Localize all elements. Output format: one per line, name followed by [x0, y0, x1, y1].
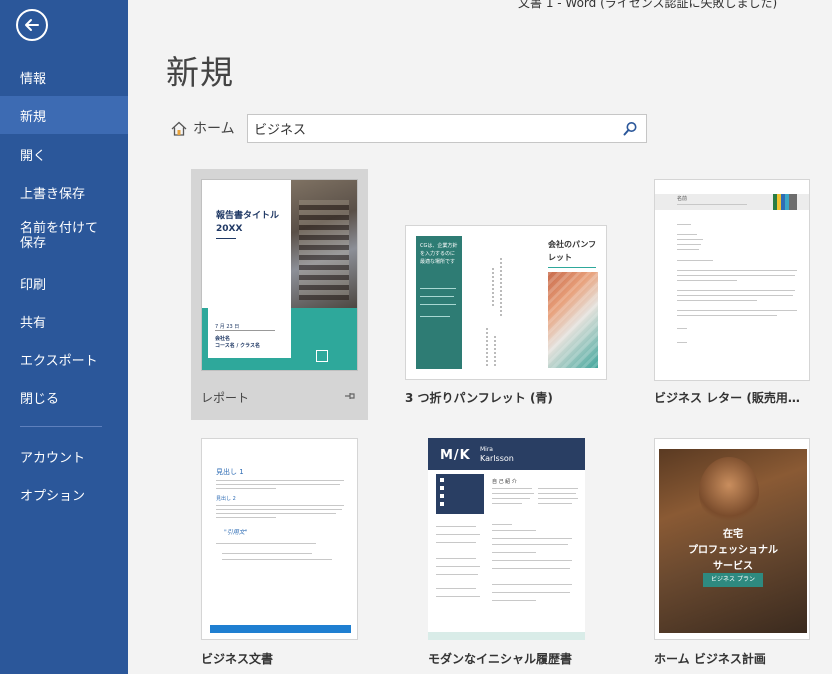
resume-header: M/K Mira Karlsson [428, 438, 585, 470]
nav-account[interactable]: アカウント [0, 437, 128, 475]
logo-placeholder-icon [316, 350, 328, 362]
nav-info[interactable]: 情報 [0, 58, 128, 96]
template-thumbnail: 報告書タイトル 20XX 7 月 23 日 会社名 コース名 / クラス名 [201, 179, 358, 371]
brochure-lead: CGは、企業方針を入力するのに最適な場所です [420, 243, 458, 265]
template-caption: ビジネス レター (販売用… [654, 391, 800, 405]
template-caption: レポート [201, 391, 250, 405]
resume-initials: M/K [440, 448, 471, 463]
nav-new[interactable]: 新規 [0, 96, 128, 134]
template-tile-report[interactable]: 報告書タイトル 20XX 7 月 23 日 会社名 コース名 / クラス名 レポ… [191, 169, 368, 420]
nav-options[interactable]: オプション [0, 475, 128, 513]
template-tile-business-plan[interactable]: 在宅 プロフェッショナル サービス ビジネス プラン ホーム ビジネス計画 [644, 430, 820, 674]
template-caption: ビジネス文書 [201, 652, 274, 666]
nav-save-as[interactable]: 名前を付けて保存 [0, 214, 100, 258]
template-caption: ホーム ビジネス計画 [654, 652, 766, 666]
back-arrow-icon [25, 19, 39, 31]
letter-name: 名前 [677, 196, 688, 202]
doc-footer-bar [210, 625, 351, 633]
home-label: ホーム [193, 121, 235, 137]
plan-line-3: サービス [713, 561, 753, 572]
template-thumbnail: 名前 [654, 179, 810, 381]
page-title: 新規 [166, 53, 234, 92]
nav-share[interactable]: 共有 [0, 302, 128, 340]
report-year: 20XX [216, 224, 243, 234]
pin-icon[interactable] [344, 391, 356, 401]
nav-divider [20, 426, 102, 427]
template-tile-business-document[interactable]: 見出し 1 見出し 2 "引用文" ビジネス文書 [191, 430, 368, 674]
home-link[interactable]: ホーム [171, 118, 235, 138]
resume-section-title: 自 己 紹 介 [492, 479, 517, 485]
template-caption: モダンなイニシャル履歴書 [428, 652, 573, 666]
template-thumbnail: M/K Mira Karlsson 自 己 紹 介 [428, 438, 585, 640]
plan-badge: ビジネス プラン [703, 573, 763, 587]
building-photo [291, 180, 357, 308]
doc-heading-1: 見出し 1 [216, 468, 244, 476]
brochure-teal-panel: CGは、企業方針を入力するのに最適な場所です [416, 236, 462, 369]
template-search-box [247, 114, 647, 143]
brochure-photo [548, 272, 598, 368]
doc-quote: "引用文" [224, 529, 248, 536]
nav-open[interactable]: 開く [0, 135, 128, 173]
template-thumbnail: 在宅 プロフェッショナル サービス ビジネス プラン [654, 438, 810, 640]
plan-line-1: 在宅 [723, 529, 743, 540]
template-tile-resume[interactable]: M/K Mira Karlsson 自 己 紹 介 モダンなイニシャル履歴書 [418, 430, 595, 674]
report-date: 7 月 23 日 [215, 324, 240, 330]
back-button[interactable] [16, 9, 48, 41]
template-search-input[interactable] [248, 114, 616, 143]
nav-save[interactable]: 上書き保存 [0, 173, 128, 211]
template-thumbnail: 見出し 1 見出し 2 "引用文" [201, 438, 358, 640]
report-company: 会社名 [215, 336, 231, 342]
report-title: 報告書タイトル [216, 211, 280, 221]
template-tile-brochure[interactable]: CGは、企業方針を入力するのに最適な場所です 会社のパンフレット 3 つ折りパン… [395, 169, 617, 420]
window-title: 文書 1 - Word (ライセンス認証に失敗しました) [518, 0, 778, 10]
plan-line-2: プロフェッショナル [688, 545, 778, 556]
nav-close[interactable]: 閉じる [0, 378, 128, 416]
template-thumbnail: CGは、企業方針を入力するのに最適な場所です 会社のパンフレット [405, 225, 607, 380]
template-tile-business-letter[interactable]: 名前 ビジネス レター (販売用… [644, 169, 820, 420]
brochure-title: 会社のパンフレット [548, 240, 597, 262]
resume-footer-band [428, 632, 585, 640]
search-icon[interactable] [623, 121, 638, 136]
report-course: コース名 / クラス名 [215, 343, 260, 349]
resume-last-name: Karlsson [480, 454, 514, 463]
template-caption: 3 つ折りパンフレット (青) [405, 391, 553, 405]
resume-first-name: Mira [480, 446, 493, 453]
backstage-sidebar: 情報 新規 開く 上書き保存 名前を付けて保存 印刷 共有 エクスポート 閉じる… [0, 0, 128, 674]
nav-export[interactable]: エクスポート [0, 340, 128, 378]
report-rule [216, 238, 236, 239]
doc-heading-2: 見出し 2 [216, 496, 236, 502]
home-icon [171, 121, 187, 136]
nav-print[interactable]: 印刷 [0, 264, 128, 302]
